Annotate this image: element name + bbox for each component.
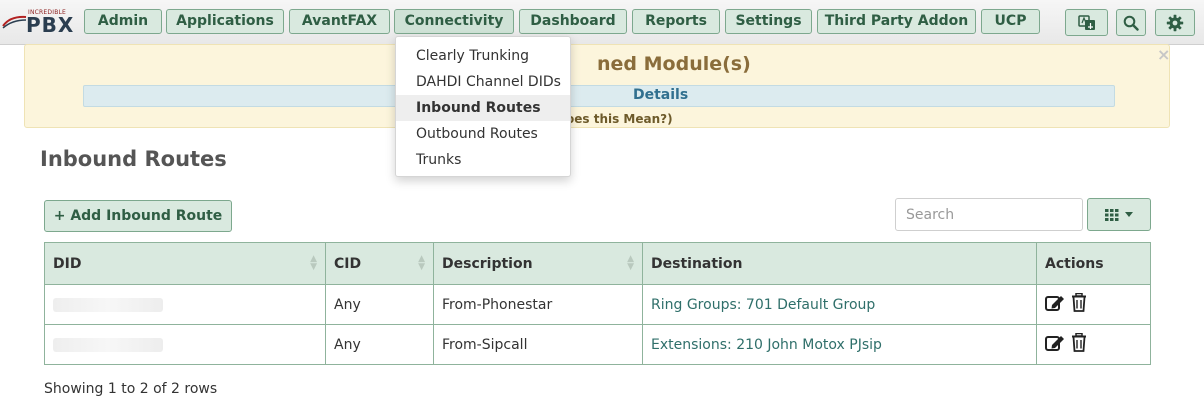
column-header-cid[interactable]: CID ▲ ▼ bbox=[325, 242, 434, 285]
page-title: Inbound Routes bbox=[40, 147, 227, 171]
destination-link[interactable]: Extensions: 210 John Motox PJsip bbox=[651, 337, 882, 353]
table-row: Any From-Sipcall Extensions: 210 John Mo… bbox=[44, 324, 1151, 365]
nav-ucp[interactable]: UCP bbox=[981, 9, 1040, 34]
alert-details-link[interactable]: Details bbox=[633, 87, 688, 103]
alert-what-does-this-mean-link[interactable]: oes this Mean?) bbox=[566, 112, 673, 126]
sort-icon: ▲ ▼ bbox=[418, 254, 425, 272]
edit-icon[interactable] bbox=[1045, 334, 1065, 352]
actions-cell bbox=[1036, 284, 1151, 325]
nav-reports[interactable]: Reports bbox=[632, 9, 720, 34]
table-header-row: DID ▲ ▼ CID ▲ ▼ Description ▲ ▼ Destination… bbox=[44, 242, 1151, 285]
top-navbar: INCREDIBLE PBX Admin Applications AvantF… bbox=[0, 0, 1204, 45]
edit-icon[interactable] bbox=[1045, 294, 1065, 312]
column-header-label: Destination bbox=[651, 255, 743, 272]
destination-cell: Ring Groups: 701 Default Group bbox=[642, 284, 1037, 325]
trash-icon[interactable] bbox=[1071, 333, 1087, 353]
description-cell: From-Sipcall bbox=[433, 324, 643, 365]
column-header-destination[interactable]: Destination bbox=[642, 242, 1037, 285]
nav-admin[interactable]: Admin bbox=[84, 9, 162, 34]
nav-avantfax[interactable]: AvantFAX bbox=[289, 9, 390, 34]
menu-item-dahdi-channel-dids[interactable]: DAHDI Channel DIDs bbox=[396, 69, 570, 95]
connectivity-dropdown-menu: Clearly Trunking DAHDI Channel DIDs Inbo… bbox=[395, 36, 571, 177]
trash-icon[interactable] bbox=[1071, 293, 1087, 313]
alert-title: ned Module(s) bbox=[597, 53, 751, 75]
actions-cell bbox=[1036, 324, 1151, 365]
search-button[interactable] bbox=[1116, 9, 1146, 36]
caret-down-icon bbox=[1125, 212, 1133, 217]
description-cell: From-Phonestar bbox=[433, 284, 643, 325]
search-icon bbox=[1123, 15, 1139, 31]
incredible-pbx-logo[interactable]: INCREDIBLE PBX bbox=[2, 8, 80, 37]
did-cell bbox=[44, 284, 326, 325]
column-header-description[interactable]: Description ▲ ▼ bbox=[433, 242, 643, 285]
column-header-label: Actions bbox=[1045, 255, 1104, 272]
logo-big-text: PBX bbox=[26, 13, 75, 37]
column-header-did[interactable]: DID ▲ ▼ bbox=[44, 242, 326, 285]
column-header-label: Description bbox=[442, 255, 533, 272]
gear-icon bbox=[1166, 14, 1184, 31]
destination-link[interactable]: Ring Groups: 701 Default Group bbox=[651, 297, 875, 313]
sort-icon: ▲ ▼ bbox=[310, 254, 317, 272]
columns-toggle-button[interactable] bbox=[1087, 198, 1151, 231]
add-inbound-route-button[interactable]: + Add Inbound Route bbox=[44, 200, 232, 232]
nav-settings[interactable]: Settings bbox=[725, 9, 812, 34]
alert-details-bar[interactable]: Details bbox=[83, 85, 1115, 107]
unsigned-modules-alert: ned Module(s) Details oes this Mean?) × bbox=[24, 44, 1170, 128]
redacted-did bbox=[53, 337, 163, 352]
search-input[interactable] bbox=[895, 198, 1083, 231]
language-button[interactable] bbox=[1065, 9, 1108, 36]
column-header-label: CID bbox=[334, 255, 362, 272]
logo-swoosh-icon bbox=[2, 15, 27, 29]
grid-icon bbox=[1105, 208, 1119, 221]
nav-applications[interactable]: Applications bbox=[166, 9, 284, 34]
language-icon bbox=[1077, 14, 1095, 30]
column-header-actions: Actions bbox=[1036, 242, 1151, 285]
cid-cell: Any bbox=[325, 324, 434, 365]
cid-cell: Any bbox=[325, 284, 434, 325]
nav-third-party-addon[interactable]: Third Party Addon bbox=[817, 9, 976, 34]
table-row: Any From-Phonestar Ring Groups: 701 Defa… bbox=[44, 284, 1151, 325]
menu-item-trunks[interactable]: Trunks bbox=[396, 147, 570, 173]
destination-cell: Extensions: 210 John Motox PJsip bbox=[642, 324, 1037, 365]
column-header-label: DID bbox=[53, 255, 82, 272]
inbound-routes-table: DID ▲ ▼ CID ▲ ▼ Description ▲ ▼ Destination… bbox=[44, 242, 1151, 365]
pagination-info: Showing 1 to 2 of 2 rows bbox=[44, 381, 218, 397]
alert-close-icon[interactable]: × bbox=[1157, 45, 1170, 64]
menu-item-inbound-routes[interactable]: Inbound Routes bbox=[396, 95, 570, 121]
menu-item-outbound-routes[interactable]: Outbound Routes bbox=[396, 121, 570, 147]
sort-icon: ▲ ▼ bbox=[627, 254, 634, 272]
menu-item-clearly-trunking[interactable]: Clearly Trunking bbox=[396, 43, 570, 69]
did-cell bbox=[44, 324, 326, 365]
settings-button[interactable] bbox=[1155, 9, 1195, 36]
nav-connectivity[interactable]: Connectivity bbox=[394, 9, 514, 34]
nav-dashboard[interactable]: Dashboard bbox=[519, 9, 627, 34]
redacted-did bbox=[53, 297, 163, 312]
